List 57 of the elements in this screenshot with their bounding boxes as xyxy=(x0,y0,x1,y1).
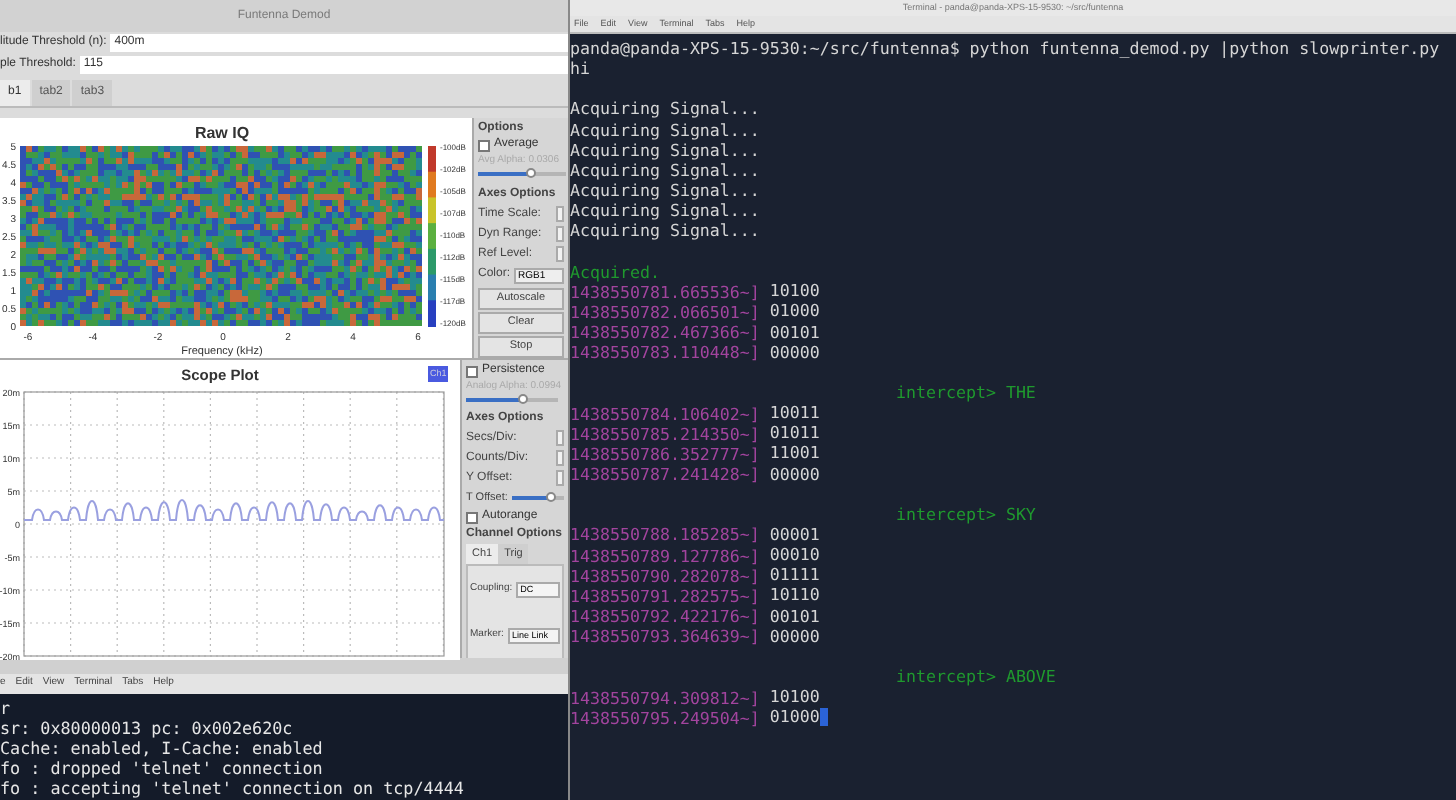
timestamp: 1438550783.110448~] xyxy=(570,342,760,363)
terminal-line: Acquiring Signal... xyxy=(570,159,762,180)
terminal-line: sr: 0x80000013 pc: 0x002e620c xyxy=(0,718,295,738)
terminal-line: Acquiring Signal... xyxy=(570,179,762,201)
bit-value: 00000 xyxy=(769,627,822,646)
timestamp: 1438550784.106402~] xyxy=(570,403,760,424)
bit-value: 01000 xyxy=(769,302,822,321)
terminal-line: intercept> THE xyxy=(896,382,1036,403)
terminal-line: r xyxy=(0,698,13,718)
timestamp: 1438550782.467366~] xyxy=(570,321,760,343)
bit-value: 00000 xyxy=(769,465,822,484)
slider-handle[interactable] xyxy=(517,394,528,404)
timestamp: 1438550782.066501~] xyxy=(570,301,760,322)
bit-value: 11001 xyxy=(769,444,822,463)
bit-value: 00101 xyxy=(769,607,822,625)
timestamp: 1438550786.352777~] xyxy=(570,443,760,464)
plot-title: Raw IQ xyxy=(194,124,250,142)
checkbox[interactable] xyxy=(466,511,478,523)
bit-value: 00000 xyxy=(769,343,822,362)
bit-value: 10100 xyxy=(769,282,822,301)
terminal-line: Acquiring Signal... xyxy=(570,119,762,140)
terminal-line: Acquired. xyxy=(570,261,662,282)
bit-value: 10110 xyxy=(769,586,822,605)
checkbox[interactable] xyxy=(466,365,478,377)
bit-value: 00101 xyxy=(769,323,822,342)
terminal-line: Acquiring Signal... xyxy=(570,220,762,241)
terminal-line: Acquiring Signal... xyxy=(570,200,762,221)
bit-value: 01011 xyxy=(769,424,822,443)
terminal-line: intercept> SKY xyxy=(896,504,1036,525)
bit-value: 10011 xyxy=(769,404,822,423)
timestamp: 1438550793.364639~] xyxy=(570,626,760,647)
checkbox[interactable] xyxy=(478,139,490,151)
terminal-line: fo : dropped 'telnet' connection xyxy=(0,758,325,778)
bit-value: 01000 xyxy=(769,708,828,727)
slider-handle[interactable] xyxy=(526,168,537,178)
terminal-line: Cache: enabled, I-Cache: enabled xyxy=(0,738,325,758)
bit-value: 00010 xyxy=(769,546,822,565)
slider-handle[interactable] xyxy=(546,492,557,502)
terminal-line: Acquiring Signal... xyxy=(570,98,762,120)
terminal-line: Acquiring Signal... xyxy=(570,139,762,160)
timestamp: 1438550795.249504~] xyxy=(570,707,760,728)
timestamp: 1438550787.241428~] xyxy=(570,463,760,485)
timestamp: 1438550788.185285~] xyxy=(570,524,760,546)
bit-value: 10100 xyxy=(769,688,822,707)
timestamp: 1438550785.214350~] xyxy=(570,423,760,444)
timestamp: 1438550790.282078~] xyxy=(570,565,760,586)
timestamp: 1438550789.127786~] xyxy=(570,545,760,566)
timestamp: 1438550781.665536~] xyxy=(570,281,760,302)
timestamp: 1438550794.309812~] xyxy=(570,687,760,708)
timestamp: 1438550792.422176~] xyxy=(570,605,760,627)
terminal-line: hi xyxy=(570,58,592,79)
terminal-line: fo : accepting 'telnet' connection on tcp/4444 xyxy=(0,778,466,798)
bit-value: 00001 xyxy=(769,525,822,544)
terminal-line: intercept> ABOVE xyxy=(896,666,1056,687)
terminal-line: panda@panda-XPS-15-9530:~/src/funtenna$ python funtenna_demod.py |python slowprinter.py xyxy=(570,38,1442,59)
bit-value: 01111 xyxy=(769,566,822,585)
timestamp: 1438550791.282575~] xyxy=(570,585,760,606)
